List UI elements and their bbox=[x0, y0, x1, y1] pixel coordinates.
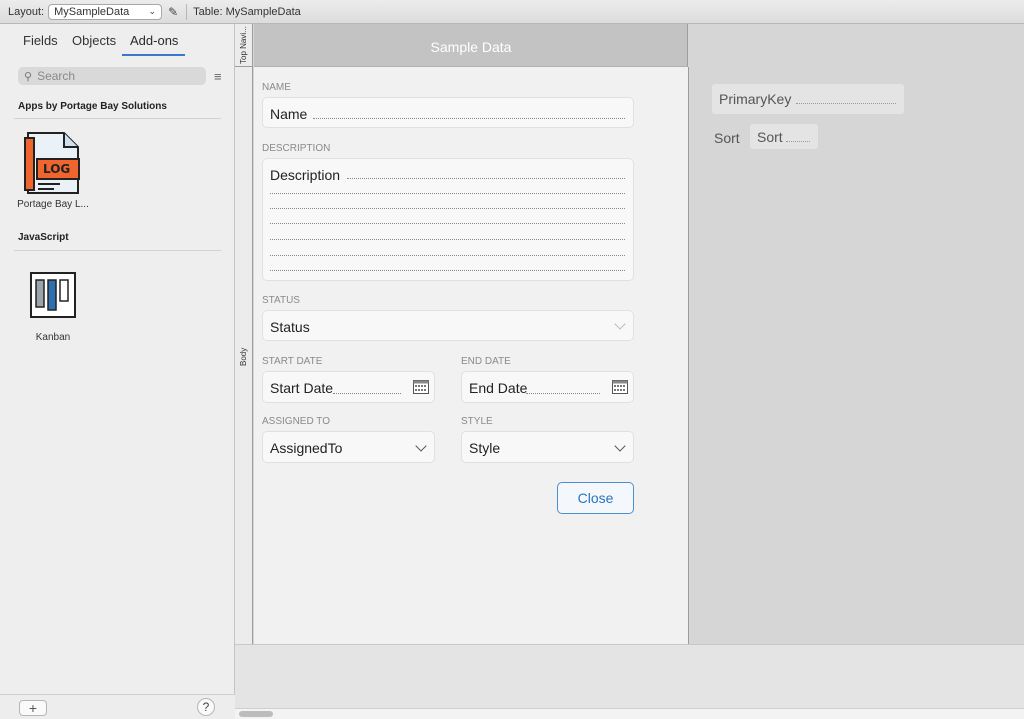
chevron-down-icon bbox=[614, 318, 626, 330]
start-date-field[interactable]: Start Date bbox=[262, 371, 435, 403]
addon-label-kanban: Kanban bbox=[35, 332, 71, 343]
page-title: Sample Data bbox=[430, 39, 512, 55]
sort-field[interactable]: Sort bbox=[750, 124, 818, 149]
primary-key-field-value: PrimaryKey bbox=[719, 91, 792, 107]
field-underline bbox=[786, 141, 810, 142]
start-date-field-value: Start Date bbox=[270, 380, 334, 396]
search-input[interactable]: ⚲ Search bbox=[18, 67, 206, 85]
name-field[interactable]: Name bbox=[262, 97, 634, 128]
section-title-portage-bay: Apps by Portage Bay Solutions bbox=[18, 101, 167, 112]
layout-header: Sample Data bbox=[254, 24, 688, 67]
layout-toolbar: Layout: MySampleData ⌄ ✎ Table: MySample… bbox=[0, 0, 1024, 24]
status-field-value: Status bbox=[270, 319, 310, 335]
field-underline bbox=[270, 208, 625, 209]
scrollbar-thumb[interactable] bbox=[239, 711, 273, 717]
search-icon: ⚲ bbox=[24, 70, 33, 83]
help-button[interactable]: ? bbox=[197, 698, 215, 716]
tab-add-ons[interactable]: Add-ons bbox=[130, 33, 178, 48]
status-dropdown[interactable]: Status bbox=[262, 310, 634, 341]
part-top-navigation[interactable]: Top Navi... bbox=[235, 24, 252, 67]
field-underline bbox=[270, 270, 625, 271]
field-underline bbox=[270, 193, 625, 194]
assigned-to-dropdown[interactable]: AssignedTo bbox=[262, 431, 435, 463]
field-underline bbox=[347, 178, 625, 179]
start-date-label: START DATE bbox=[262, 356, 323, 367]
sort-field-value: Sort bbox=[757, 129, 783, 145]
layout-label: Layout: bbox=[8, 5, 45, 18]
panel-tabs: Fields Objects Add-ons bbox=[0, 24, 234, 58]
chevron-down-icon bbox=[614, 440, 626, 452]
chevron-down-icon bbox=[415, 440, 427, 452]
log-icon-text: LOG bbox=[43, 162, 71, 176]
field-underline bbox=[270, 223, 625, 224]
objects-panel: Fields Objects Add-ons ⚲ Search ≡ Apps b… bbox=[0, 24, 235, 719]
status-label: STATUS bbox=[262, 295, 300, 306]
style-label: STYLE bbox=[461, 416, 493, 427]
search-placeholder: Search bbox=[37, 69, 76, 83]
kanban-icon[interactable] bbox=[30, 272, 76, 318]
end-date-field[interactable]: End Date bbox=[461, 371, 634, 403]
toolbar-divider bbox=[186, 3, 188, 20]
field-underline bbox=[270, 255, 625, 256]
add-button[interactable]: + bbox=[19, 700, 47, 716]
field-underline bbox=[313, 118, 625, 119]
layout-footer-area bbox=[235, 644, 1024, 708]
name-field-value: Name bbox=[270, 106, 308, 122]
active-tab-indicator bbox=[122, 54, 185, 56]
layout-select-value: MySampleData bbox=[54, 5, 130, 18]
description-label: DESCRIPTION bbox=[262, 143, 331, 154]
calendar-icon[interactable] bbox=[612, 380, 628, 394]
tab-fields[interactable]: Fields bbox=[23, 33, 58, 48]
log-file-icon[interactable]: LOG bbox=[24, 132, 82, 196]
calendar-icon[interactable] bbox=[413, 380, 429, 394]
layout-select[interactable]: MySampleData ⌄ bbox=[48, 3, 163, 20]
assigned-to-field-value: AssignedTo bbox=[270, 440, 343, 456]
section-divider bbox=[14, 118, 221, 119]
close-button[interactable]: Close bbox=[557, 482, 634, 514]
field-underline bbox=[796, 103, 896, 104]
primary-key-field[interactable]: PrimaryKey bbox=[712, 84, 904, 114]
section-divider bbox=[14, 250, 221, 251]
style-dropdown[interactable]: Style bbox=[461, 431, 634, 463]
assigned-to-label: ASSIGNED TO bbox=[262, 416, 330, 427]
end-date-label: END DATE bbox=[461, 356, 511, 367]
list-view-icon[interactable]: ≡ bbox=[214, 69, 222, 84]
part-label-strip: Top Navi... Body bbox=[235, 24, 253, 644]
sort-label: Sort bbox=[714, 130, 740, 146]
field-underline bbox=[526, 393, 600, 394]
part-label-body[interactable]: Body bbox=[239, 348, 248, 366]
description-field-value: Description bbox=[270, 167, 341, 183]
description-field[interactable]: Description bbox=[262, 158, 634, 281]
field-underline bbox=[270, 239, 625, 240]
table-label: Table: MySampleData bbox=[193, 5, 301, 18]
part-label-top-nav: Top Navi... bbox=[239, 26, 248, 64]
name-label: NAME bbox=[262, 82, 291, 93]
field-underline bbox=[333, 393, 401, 394]
end-date-field-value: End Date bbox=[469, 380, 528, 396]
horizontal-scrollbar[interactable] bbox=[235, 708, 1024, 719]
panel-bottom-bar: + ? bbox=[0, 694, 235, 719]
edit-layout-pencil-icon[interactable]: ✎ bbox=[168, 5, 178, 19]
addon-label-portage-bay: Portage Bay L... bbox=[17, 199, 89, 210]
tab-objects[interactable]: Objects bbox=[72, 33, 116, 48]
section-title-javascript: JavaScript bbox=[18, 232, 69, 243]
style-field-value: Style bbox=[469, 440, 501, 456]
chevron-down-icon: ⌄ bbox=[148, 6, 157, 16]
